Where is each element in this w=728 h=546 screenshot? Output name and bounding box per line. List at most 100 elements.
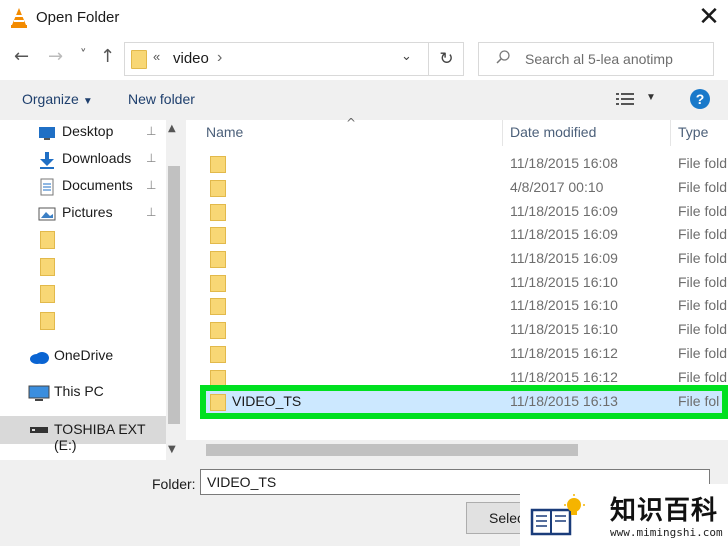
folder-icon bbox=[210, 322, 226, 339]
sort-ascending-icon: ^ bbox=[346, 116, 357, 130]
desktop-icon bbox=[39, 127, 55, 140]
view-dropdown-icon[interactable]: ▼ bbox=[646, 92, 656, 103]
navigation-bar: ← → ˅ ↑ « video › ⌄ ↻ Search al 5-lea an… bbox=[0, 36, 728, 80]
horizontal-scrollbar[interactable] bbox=[186, 440, 728, 460]
file-date: 11/18/2015 16:09 bbox=[510, 250, 618, 266]
forward-arrow-icon[interactable]: → bbox=[48, 46, 63, 67]
folder-icon bbox=[210, 275, 226, 292]
file-date: 11/18/2015 16:10 bbox=[510, 321, 618, 337]
file-row[interactable]: 11/18/2015 16:09 File fold bbox=[200, 247, 728, 271]
sidebar-item-folder[interactable] bbox=[0, 228, 166, 254]
folder-icon bbox=[40, 312, 55, 330]
file-type: File fol bbox=[678, 393, 720, 409]
sidebar-scrollbar-thumb[interactable] bbox=[168, 166, 180, 424]
sidebar-item-downloads[interactable]: Downloads ⊥ bbox=[0, 147, 166, 173]
file-date: 11/18/2015 16:09 bbox=[510, 226, 618, 242]
sidebar-item-label: TOSHIBA EXT (E:) bbox=[54, 421, 146, 453]
book-lightbulb-logo bbox=[530, 494, 585, 536]
sidebar-item-toshiba-drive[interactable]: TOSHIBA EXT (E:) bbox=[0, 416, 166, 453]
pin-icon[interactable]: ⊥ bbox=[146, 151, 156, 165]
watermark-title: 知识百科 bbox=[610, 496, 719, 526]
sidebar-item-label: Desktop bbox=[62, 123, 114, 139]
sidebar-item-folder[interactable] bbox=[0, 255, 166, 281]
file-date: 11/18/2015 16:12 bbox=[510, 369, 618, 385]
vlc-cone-icon bbox=[11, 8, 27, 28]
sidebar-item-documents[interactable]: Documents ⊥ bbox=[0, 174, 166, 200]
file-type: File fold bbox=[678, 155, 728, 171]
back-arrow-icon[interactable]: ← bbox=[14, 46, 29, 67]
file-row-video-ts[interactable]: VIDEO_TS 11/18/2015 16:13 File fol bbox=[200, 390, 728, 414]
organize-button[interactable]: Organize ▼ bbox=[22, 91, 93, 107]
folder-icon bbox=[210, 156, 226, 173]
pictures-icon bbox=[38, 207, 56, 221]
file-row[interactable]: 11/18/2015 16:12 File fold bbox=[200, 366, 728, 390]
pin-icon[interactable]: ⊥ bbox=[146, 178, 156, 192]
folder-icon bbox=[210, 251, 226, 268]
recent-locations-icon[interactable]: ˅ bbox=[80, 48, 87, 63]
file-date: 11/18/2015 16:10 bbox=[510, 297, 618, 313]
file-row[interactable]: 11/18/2015 16:09 File fold bbox=[200, 200, 728, 224]
folder-icon bbox=[210, 180, 226, 197]
downloads-icon bbox=[40, 152, 54, 169]
sidebar-item-label: Documents bbox=[62, 177, 133, 193]
sidebar-item-folder[interactable] bbox=[0, 282, 166, 308]
column-header-name[interactable]: Name bbox=[206, 124, 243, 140]
scroll-up-icon[interactable]: ▲ bbox=[168, 123, 176, 134]
watermark: 知识百科 www.mimingshi.com bbox=[520, 484, 728, 546]
sidebar-item-onedrive[interactable]: OneDrive bbox=[0, 344, 166, 370]
file-row[interactable]: 11/18/2015 16:10 File fold bbox=[200, 294, 728, 318]
search-input[interactable]: Search al 5-lea anotimp bbox=[478, 42, 714, 76]
folder-icon bbox=[40, 285, 55, 303]
sidebar-item-pictures[interactable]: Pictures ⊥ bbox=[0, 201, 166, 227]
file-type: File fold bbox=[678, 274, 728, 290]
column-divider[interactable] bbox=[502, 120, 503, 146]
address-bar[interactable]: « video › ⌄ ↻ bbox=[124, 42, 464, 76]
file-row[interactable]: 11/18/2015 16:12 File fold bbox=[200, 342, 728, 366]
breadcrumb-video[interactable]: video bbox=[173, 50, 209, 67]
sidebar-item-desktop[interactable]: Desktop ⊥ bbox=[0, 120, 166, 146]
column-divider[interactable] bbox=[670, 120, 671, 146]
folder-icon bbox=[40, 231, 55, 249]
cloud-icon bbox=[30, 352, 49, 364]
folder-icon bbox=[210, 298, 226, 315]
pin-icon[interactable]: ⊥ bbox=[146, 205, 156, 219]
up-arrow-icon[interactable]: ↑ bbox=[100, 46, 115, 67]
column-header-type[interactable]: Type bbox=[678, 124, 708, 140]
breadcrumb-overflow-icon[interactable]: « bbox=[153, 49, 160, 64]
title-bar: Open Folder ✕ bbox=[0, 0, 728, 36]
pin-icon[interactable]: ⊥ bbox=[146, 124, 156, 138]
refresh-icon[interactable]: ↻ bbox=[428, 43, 464, 75]
close-icon[interactable]: ✕ bbox=[692, 3, 726, 33]
folder-icon bbox=[210, 394, 226, 411]
column-header-date[interactable]: Date modified bbox=[510, 124, 596, 140]
drive-icon bbox=[30, 427, 48, 433]
new-folder-button[interactable]: New folder bbox=[128, 91, 195, 107]
file-row[interactable]: 11/18/2015 16:09 File fold bbox=[200, 223, 728, 247]
file-row[interactable]: 4/8/2017 00:10 File fold bbox=[200, 176, 728, 200]
file-row[interactable]: 11/18/2015 16:08 File fold bbox=[200, 152, 728, 176]
caret-down-icon: ▼ bbox=[82, 96, 93, 107]
navigation-pane: Desktop ⊥ Downloads ⊥ Documents ⊥ Pictur… bbox=[0, 120, 182, 460]
folder-icon bbox=[210, 370, 226, 387]
command-bar: Organize ▼ New folder ▼ ? bbox=[0, 80, 728, 120]
view-options-icon[interactable] bbox=[616, 92, 636, 106]
sidebar-item-label: This PC bbox=[54, 383, 104, 399]
scroll-down-icon[interactable]: ▼ bbox=[168, 444, 176, 455]
sidebar-item-label: OneDrive bbox=[54, 347, 114, 363]
file-date: 11/18/2015 16:10 bbox=[510, 274, 618, 290]
file-date: 11/18/2015 16:08 bbox=[510, 155, 618, 171]
sidebar-item-folder[interactable] bbox=[0, 309, 166, 335]
file-date: 11/18/2015 16:09 bbox=[510, 203, 618, 219]
horizontal-scrollbar-thumb[interactable] bbox=[206, 444, 578, 456]
file-list: ^ Name Date modified Type 11/18/2015 16:… bbox=[186, 116, 728, 460]
folder-icon bbox=[210, 204, 226, 221]
chevron-right-icon[interactable]: › bbox=[217, 49, 222, 67]
file-type: File fold bbox=[678, 321, 728, 337]
sidebar-item-this-pc[interactable]: This PC bbox=[0, 380, 166, 406]
chevron-down-icon[interactable]: ⌄ bbox=[401, 49, 412, 64]
file-row[interactable]: 11/18/2015 16:10 File fold bbox=[200, 318, 728, 342]
help-icon[interactable]: ? bbox=[690, 89, 710, 109]
folder-icon bbox=[40, 258, 55, 276]
file-row[interactable]: 11/18/2015 16:10 File fold bbox=[200, 271, 728, 295]
file-name: VIDEO_TS bbox=[232, 393, 302, 409]
